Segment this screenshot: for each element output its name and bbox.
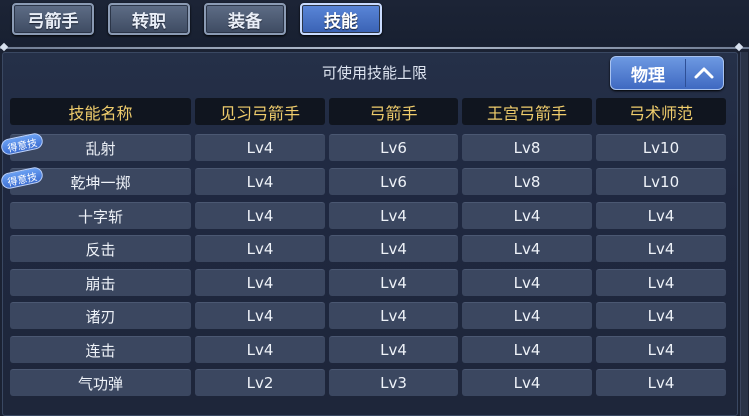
skill-level-cell: Lv6 xyxy=(329,134,458,161)
skill-level-cell: Lv10 xyxy=(596,168,726,195)
skill-level-cell: Lv4 xyxy=(596,269,726,296)
skill-level-cell: Lv4 xyxy=(195,336,325,363)
chevron-up-icon[interactable] xyxy=(685,59,722,87)
skill-level-cell: Lv4 xyxy=(329,269,458,296)
skill-level-cell: Lv4 xyxy=(596,202,726,229)
skill-level-cell: Lv8 xyxy=(462,168,592,195)
column-header: 见习弓箭手 xyxy=(195,98,325,125)
column-header: 弓术师范 xyxy=(596,98,726,125)
skill-level-cell: Lv4 xyxy=(462,302,592,329)
skill-level-cell: Lv6 xyxy=(329,168,458,195)
skill-level-cell: Lv4 xyxy=(462,269,592,296)
skill-level-cell: Lv4 xyxy=(195,134,325,161)
skill-name-cell: 崩击 xyxy=(10,269,191,296)
skill-level-cell: Lv10 xyxy=(596,134,726,161)
skill-level-cell: Lv3 xyxy=(329,369,458,396)
skill-name-cell: 反击 xyxy=(10,235,191,262)
skill-name-cell: 气功弹 xyxy=(10,369,191,396)
skill-name-cell: 连击 xyxy=(10,336,191,363)
skill-level-cell: Lv4 xyxy=(462,369,592,396)
skill-level-cell: Lv4 xyxy=(462,202,592,229)
skill-level-cell: Lv4 xyxy=(329,202,458,229)
damage-type-dropdown[interactable]: 物理 xyxy=(610,56,724,90)
skill-level-cell: Lv4 xyxy=(329,235,458,262)
tab-equipment[interactable]: 装备 xyxy=(204,3,286,35)
scrollbar[interactable] xyxy=(740,52,748,416)
column-header: 王宫弓箭手 xyxy=(462,98,592,125)
skill-level-cell: Lv4 xyxy=(195,235,325,262)
tab-bar: 弓箭手 转职 装备 技能 xyxy=(0,0,749,46)
tab-divider xyxy=(0,42,749,52)
tab-archer[interactable]: 弓箭手 xyxy=(12,3,94,35)
skill-level-cell: Lv4 xyxy=(195,168,325,195)
skill-name-cell: 十字斩 xyxy=(10,202,191,229)
tab-skills[interactable]: 技能 xyxy=(300,3,382,35)
skill-level-cell: Lv4 xyxy=(462,235,592,262)
dropdown-selected-value: 物理 xyxy=(631,65,665,86)
skill-level-cell: Lv4 xyxy=(596,235,726,262)
column-header: 技能名称 xyxy=(10,98,191,125)
skill-level-cell: Lv4 xyxy=(596,302,726,329)
skill-level-cell: Lv4 xyxy=(462,336,592,363)
skill-level-cell: Lv4 xyxy=(329,336,458,363)
column-header: 弓箭手 xyxy=(329,98,458,125)
skill-level-cell: Lv4 xyxy=(195,269,325,296)
skill-level-cell: Lv8 xyxy=(462,134,592,161)
skill-level-cell: Lv4 xyxy=(596,369,726,396)
skill-level-cell: Lv4 xyxy=(195,302,325,329)
skill-level-cell: Lv4 xyxy=(329,302,458,329)
tab-job-change[interactable]: 转职 xyxy=(108,3,190,35)
skill-level-cell: Lv4 xyxy=(195,202,325,229)
skill-name-cell: 诸刃 xyxy=(10,302,191,329)
skill-level-cell: Lv4 xyxy=(596,336,726,363)
skill-level-cell: Lv2 xyxy=(195,369,325,396)
